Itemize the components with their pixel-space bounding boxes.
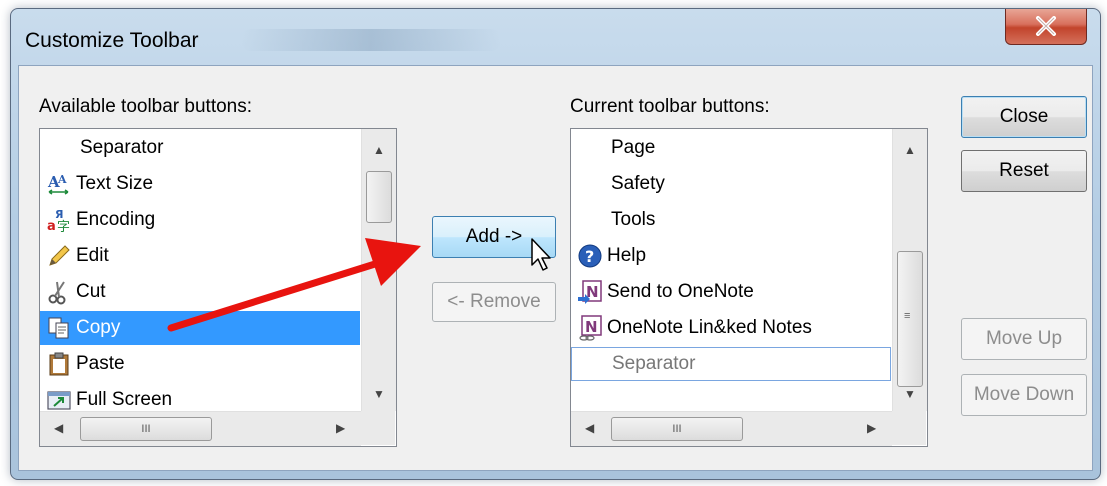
scissors-icon — [46, 279, 72, 305]
move-down-button[interactable]: Move Down — [961, 374, 1087, 416]
list-item-focused[interactable]: Separator — [571, 347, 891, 381]
list-item[interactable]: Paste — [40, 347, 360, 381]
list-item-selected[interactable]: Copy — [40, 311, 360, 345]
close-button[interactable]: Close — [961, 96, 1087, 138]
scroll-left-arrow-icon[interactable]: ◀ — [585, 421, 594, 435]
list-item[interactable]: Page — [571, 131, 891, 165]
scroll-grip-icon: ≡ — [904, 310, 911, 322]
list-item[interactable]: N OneNote Lin&ked Notes — [571, 311, 891, 345]
encoding-icon: Я a 字 — [46, 207, 72, 233]
scroll-thumb[interactable] — [366, 171, 392, 223]
scrollbar-corner — [892, 411, 926, 445]
title-blur — [241, 29, 501, 51]
mouse-pointer-icon — [531, 238, 551, 271]
scrollbar-corner — [361, 411, 395, 445]
list-item[interactable]: ? Help — [571, 239, 891, 273]
available-list[interactable]: Separator A A Text Size Я a 字 Encoding E… — [39, 128, 397, 447]
onenote-send-icon: N — [577, 279, 603, 305]
list-item[interactable]: Tools — [571, 203, 891, 237]
list-item[interactable]: A A Text Size — [40, 167, 360, 201]
svg-text:?: ? — [585, 247, 594, 266]
scroll-thumb[interactable]: III — [611, 417, 743, 441]
svg-text:A: A — [57, 173, 67, 186]
list-item[interactable]: N Send to OneNote — [571, 275, 891, 309]
scroll-down-arrow-icon[interactable]: ▼ — [373, 387, 385, 401]
customize-toolbar-window: Customize Toolbar Available toolbar butt… — [10, 8, 1101, 480]
list-item[interactable]: Separator — [40, 131, 360, 165]
scroll-down-arrow-icon[interactable]: ▼ — [904, 387, 916, 401]
full-screen-icon — [46, 387, 72, 413]
window-close-button[interactable] — [1005, 9, 1087, 45]
list-item[interactable]: Edit — [40, 239, 360, 273]
available-label: Available toolbar buttons: — [39, 96, 253, 117]
current-vertical-scrollbar[interactable]: ▲ ≡ ▼ — [892, 129, 927, 411]
reset-button[interactable]: Reset — [961, 150, 1087, 192]
onenote-linked-icon: N — [577, 315, 603, 341]
scroll-right-arrow-icon[interactable]: ▶ — [867, 421, 876, 435]
list-item[interactable]: Cut — [40, 275, 360, 309]
remove-button[interactable]: <- Remove — [432, 282, 556, 322]
pencil-icon — [46, 243, 72, 269]
svg-text:N: N — [585, 318, 598, 336]
scroll-up-arrow-icon[interactable]: ▲ — [373, 143, 385, 157]
scroll-right-arrow-icon[interactable]: ▶ — [336, 421, 345, 435]
current-horizontal-scrollbar[interactable]: ◀ III ▶ — [571, 411, 892, 446]
text-size-icon: A A — [46, 171, 72, 197]
clipboard-icon — [46, 351, 72, 377]
available-horizontal-scrollbar[interactable]: ◀ III ▶ — [40, 411, 361, 446]
list-item[interactable]: Safety — [571, 167, 891, 201]
dialog-client: Available toolbar buttons: Separator A A… — [18, 65, 1093, 471]
move-up-button[interactable]: Move Up — [961, 318, 1087, 360]
copy-icon — [46, 315, 72, 341]
svg-text:字: 字 — [57, 220, 70, 233]
close-icon — [1036, 16, 1056, 36]
scroll-thumb[interactable]: III — [80, 417, 212, 441]
scroll-left-arrow-icon[interactable]: ◀ — [54, 421, 63, 435]
available-vertical-scrollbar[interactable]: ▲ ▼ — [361, 129, 396, 411]
svg-text:a: a — [47, 219, 56, 233]
current-list[interactable]: Page Safety Tools ? Help N Send to OneNo… — [570, 128, 928, 447]
current-label: Current toolbar buttons: — [570, 96, 770, 117]
list-item[interactable]: Я a 字 Encoding — [40, 203, 360, 237]
help-icon: ? — [577, 243, 603, 269]
scroll-up-arrow-icon[interactable]: ▲ — [904, 143, 916, 157]
window-title: Customize Toolbar — [25, 29, 199, 52]
scroll-thumb[interactable]: ≡ — [897, 251, 923, 387]
